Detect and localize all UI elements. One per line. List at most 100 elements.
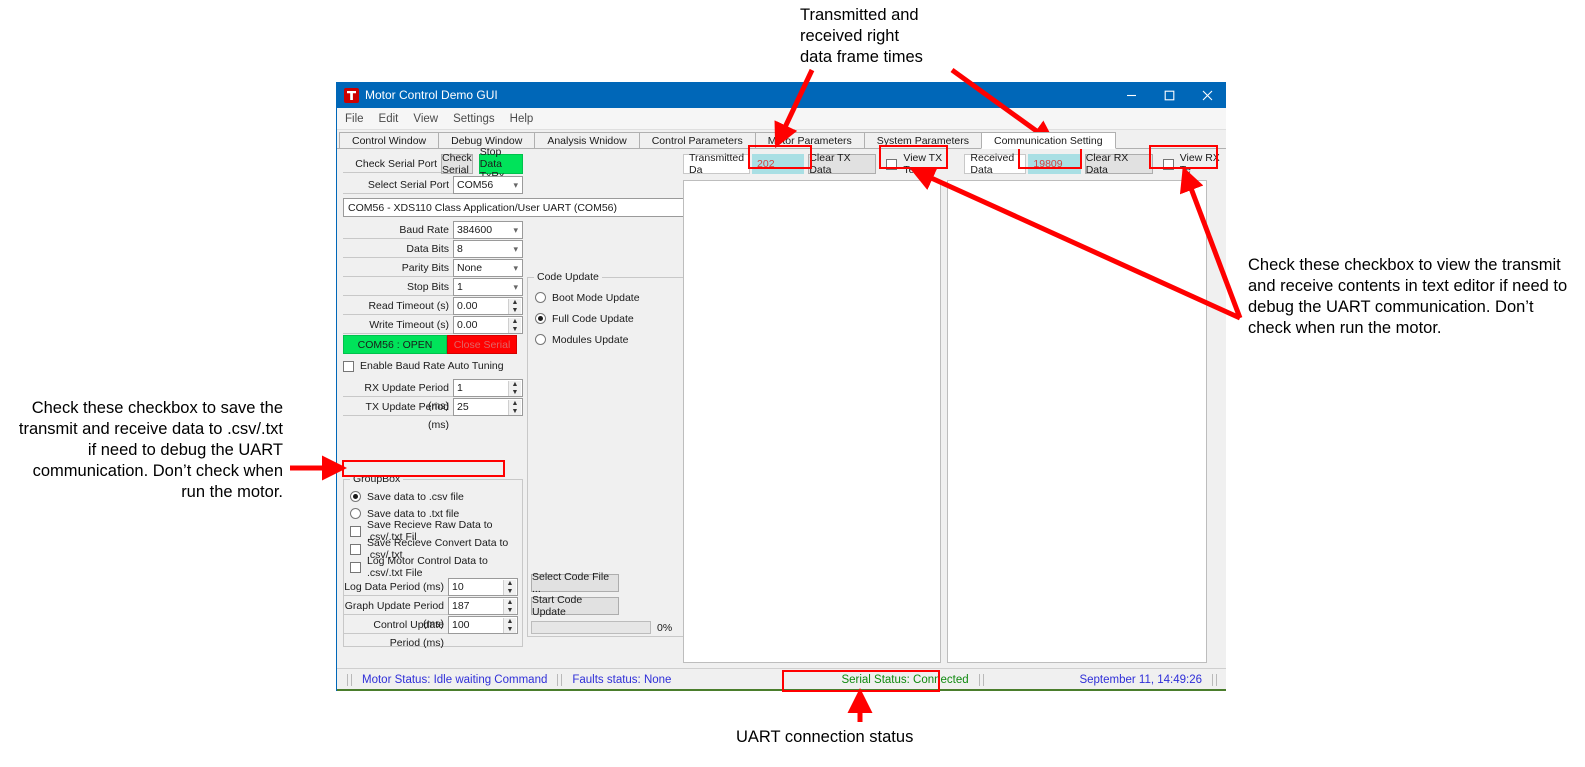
read-timeout-row: Read Timeout (s) 0.00 ▲ ▼ [343, 297, 523, 315]
port-info-field[interactable]: COM56 - XDS110 Class Application/User UA… [343, 198, 695, 217]
radio-icon [535, 313, 546, 324]
annotation-left: Check these checkbox to save the transmi… [18, 399, 283, 501]
data-controls-row: Transmitted Da 202 Clear TX Data View TX… [683, 152, 1226, 176]
tab-control-window[interactable]: Control Window [339, 132, 440, 148]
received-data-label: Received Data [964, 152, 1027, 176]
start-code-update-button[interactable]: Start Code Update [531, 594, 619, 618]
tab-system-parameters[interactable]: System Parameters [863, 132, 982, 148]
motor-status-text: Motor Status: Idle waiting Command [362, 674, 548, 686]
read-timeout-label: Read Timeout (s) [343, 297, 453, 315]
menu-item-file[interactable]: File [345, 113, 364, 125]
clear-rx-data-button[interactable]: Clear RX Data [1084, 152, 1153, 176]
radio-full-code-update[interactable]: Full Code Update [535, 308, 696, 329]
write-timeout-stepper[interactable]: 0.00 ▲ ▼ [453, 316, 523, 334]
graph-update-period-stepper[interactable]: 187 ▲ ▼ [448, 597, 518, 615]
transmitted-data-label: Transmitted Da [683, 152, 751, 176]
menu-item-help[interactable]: Help [510, 113, 534, 125]
data-bits-select[interactable]: 8 ▾ [453, 240, 523, 258]
radio-full-code-update-label: Full Code Update [552, 312, 634, 325]
progress-bar [531, 621, 651, 634]
serial-port-select[interactable]: COM56 ▾ [453, 176, 523, 194]
stop-bits-select[interactable]: 1 ▾ [453, 278, 523, 296]
tab-motor-parameters[interactable]: Motor Parameters [754, 132, 865, 148]
maximize-icon[interactable] [1150, 82, 1188, 108]
status-bar: Motor Status: Idle waiting Command Fault… [337, 668, 1226, 691]
baud-rate-value: 384600 [457, 224, 493, 236]
menu-item-settings[interactable]: Settings [453, 113, 495, 125]
application-window: Motor Control Demo GUI File Edit View Se… [336, 82, 1226, 691]
data-panels-area: Transmitted Da 202 Clear TX Data View TX… [683, 152, 1226, 691]
check-serial-button[interactable]: Check Serial [441, 152, 473, 176]
tab-analysis-window[interactable]: Analysis Wnidow [534, 132, 640, 148]
write-timeout-label: Write Timeout (s) [343, 316, 453, 334]
rx-update-period-label: RX Update Period (ms) [343, 379, 453, 412]
control-update-period-stepper[interactable]: 100 ▲ ▼ [448, 616, 518, 634]
view-rx-text-label: View RX Te [1179, 152, 1220, 176]
log-data-period-value: 10 [452, 581, 464, 593]
baud-rate-label: Baud Rate [343, 221, 453, 239]
data-bits-label: Data Bits [343, 240, 453, 258]
com-open-status-button[interactable]: COM56 : OPEN [343, 335, 447, 354]
radio-icon [350, 491, 361, 502]
serial-open-close-row: COM56 : OPEN Close Serial [343, 335, 523, 354]
status-divider [978, 674, 984, 686]
checkbox-icon [350, 525, 361, 537]
stop-bits-label: Stop Bits [343, 278, 453, 296]
checkbox-log-motor-control-data[interactable]: Log Motor Control Data to .csv/.txt File [350, 555, 522, 579]
minimize-icon[interactable] [1112, 82, 1150, 108]
code-update-actions: Select Code File ... Start Code Update 0… [531, 571, 673, 634]
status-resize-grip[interactable] [1212, 674, 1217, 686]
read-timeout-stepper[interactable]: 0.00 ▲ ▼ [453, 297, 523, 315]
enable-baud-auto-tuning-label: Enable Baud Rate Auto Tuning [360, 360, 504, 372]
menu-item-edit[interactable]: Edit [379, 113, 399, 125]
parity-bits-label: Parity Bits [343, 259, 453, 277]
status-divider [557, 674, 563, 686]
checkbox-icon [343, 360, 354, 372]
data-bits-row: Data Bits 8 ▾ [343, 240, 523, 258]
tx-update-period-stepper[interactable]: 25 ▲ ▼ [453, 398, 523, 416]
tab-control-parameters[interactable]: Control Parameters [638, 132, 756, 148]
control-update-period-row: Control Update Period (ms) 100 ▲ ▼ [344, 616, 518, 649]
annotation-top: Transmitted and received right data fram… [800, 6, 923, 66]
progress-percent-label: 0% [657, 621, 673, 634]
log-data-period-stepper[interactable]: 10 ▲ ▼ [448, 578, 518, 596]
baud-rate-select[interactable]: 384600 ▾ [453, 221, 523, 239]
close-serial-button[interactable]: Close Serial [447, 335, 517, 354]
view-rx-text-checkbox[interactable]: View RX Te [1162, 152, 1226, 176]
close-icon[interactable] [1188, 82, 1226, 108]
stepper-arrows-icon[interactable]: ▲ ▼ [508, 299, 521, 314]
stepper-arrows-icon[interactable]: ▲ ▼ [508, 400, 521, 415]
save-data-groupbox: GroupBox Save data to .csv file Save dat… [343, 473, 523, 649]
radio-boot-mode-update[interactable]: Boot Mode Update [535, 287, 696, 308]
rx-update-period-stepper[interactable]: 1 ▲ ▼ [453, 379, 523, 397]
stop-data-txrx-button[interactable]: Stop Data TxRx [478, 146, 523, 182]
annotation-bottom: UART connection status [736, 728, 914, 746]
stepper-arrows-icon[interactable]: ▲ ▼ [503, 580, 516, 595]
log-data-period-label: Log Data Period (ms) [344, 578, 448, 596]
parity-bits-select[interactable]: None ▾ [453, 259, 523, 277]
stepper-arrows-icon[interactable]: ▲ ▼ [508, 318, 521, 333]
graph-update-period-value: 187 [452, 600, 470, 612]
status-bar-underline [337, 689, 1226, 691]
select-code-file-button[interactable]: Select Code File ... [531, 571, 619, 595]
stepper-arrows-icon[interactable]: ▲ ▼ [508, 381, 521, 396]
baud-rate-row: Baud Rate 384600 ▾ [343, 221, 523, 239]
view-tx-text-checkbox[interactable]: View TX Te [886, 152, 948, 176]
menu-item-view[interactable]: View [413, 113, 438, 125]
radio-modules-update[interactable]: Modules Update [535, 329, 696, 350]
timestamp-text: September 11, 14:49:26 [1079, 674, 1202, 686]
enable-baud-auto-tuning-checkbox[interactable]: Enable Baud Rate Auto Tuning [343, 357, 523, 375]
radio-save-csv[interactable]: Save data to .csv file [350, 488, 522, 505]
clear-tx-data-button[interactable]: Clear TX Data [808, 152, 877, 176]
stepper-arrows-icon[interactable]: ▲ ▼ [503, 599, 516, 614]
rx-data-textarea[interactable] [947, 180, 1207, 663]
work-area: Check Serial Port Check Serial Stop Data… [337, 146, 1226, 691]
parity-bits-row: Parity Bits None ▾ [343, 259, 523, 277]
stepper-arrows-icon[interactable]: ▲ ▼ [503, 618, 516, 633]
checkbox-icon [886, 158, 898, 170]
tab-communication-setting[interactable]: Communication Setting [980, 132, 1116, 149]
tx-data-textarea[interactable] [683, 180, 941, 663]
checkbox-icon [1162, 158, 1174, 170]
chevron-down-icon: ▾ [513, 180, 518, 190]
radio-save-csv-label: Save data to .csv file [367, 490, 464, 503]
